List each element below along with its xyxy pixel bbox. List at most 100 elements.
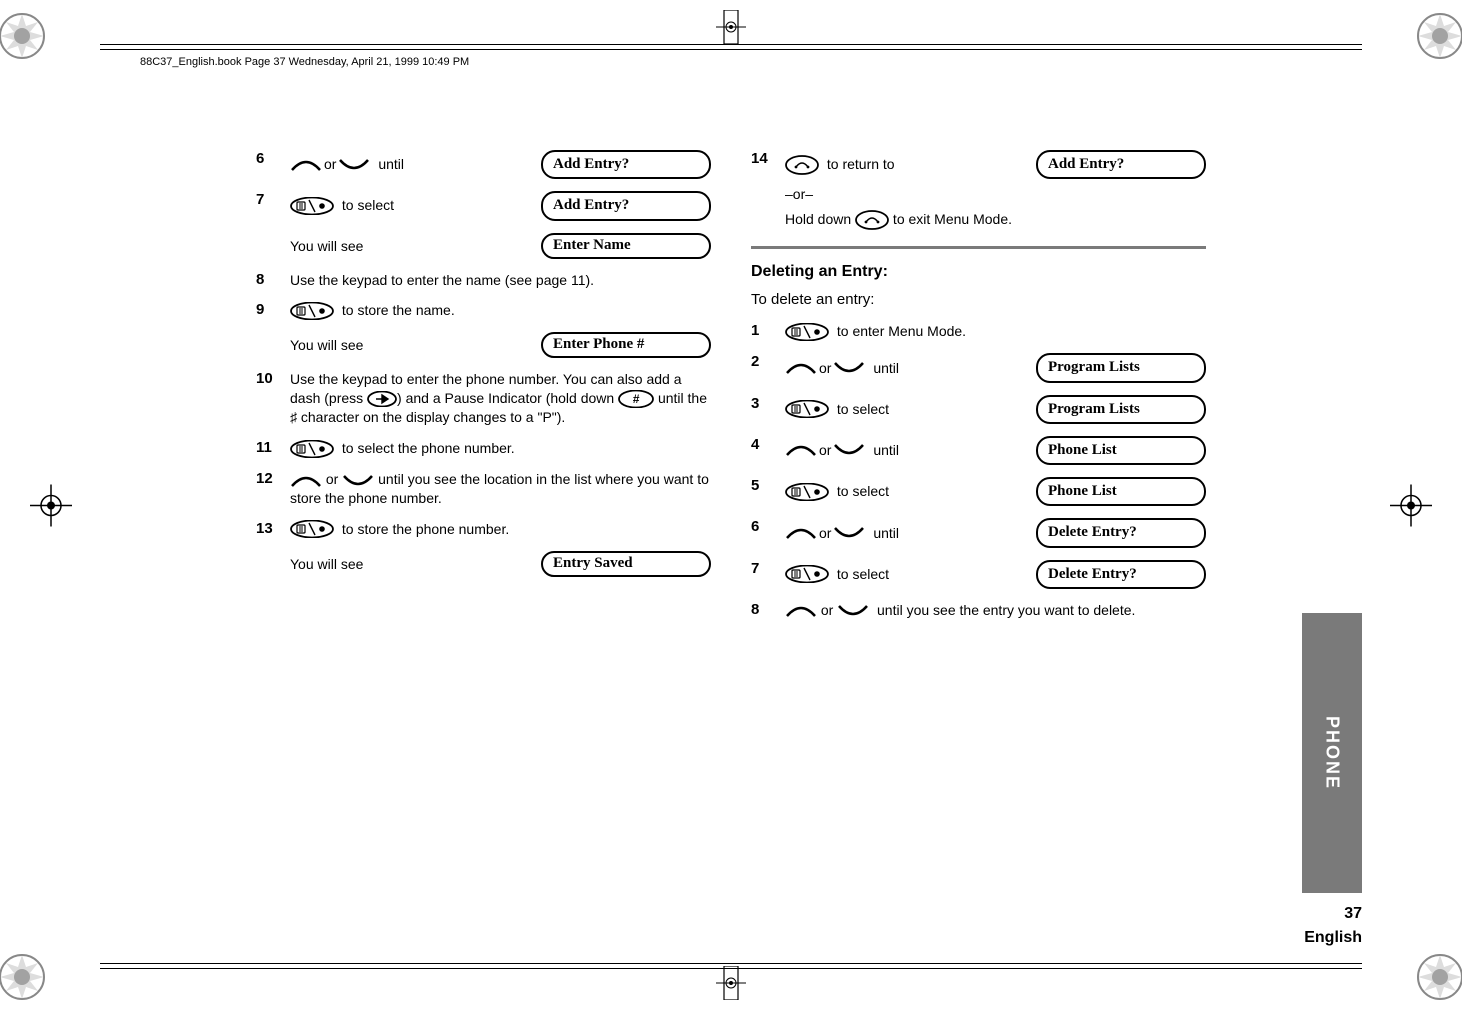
- delete-step-6: 6 or until Delete Entry?: [751, 518, 1206, 547]
- label-or: or: [324, 155, 336, 174]
- menu-button-icon: [785, 483, 829, 501]
- hash-button-icon: [618, 390, 654, 408]
- step-number: 14: [751, 150, 785, 167]
- menu-button-icon: [290, 440, 334, 458]
- step-10: 10 Use the keypad to enter the phone num…: [256, 370, 711, 427]
- section-divider: [751, 246, 1206, 249]
- step-7-sub: You will see Enter Name: [290, 233, 711, 259]
- step-9-sub: You will see Enter Phone #: [290, 332, 711, 358]
- step-text: or until you see the entry you want to d…: [785, 601, 1206, 620]
- step-label: to select: [342, 196, 394, 215]
- right-button-icon: [367, 391, 397, 407]
- menu-button-icon: [785, 323, 829, 341]
- step-6: 6 or until Add Entry?: [256, 150, 711, 179]
- step-7: 7 to select Add Entry?: [256, 191, 711, 220]
- down-arc-icon: [833, 361, 865, 375]
- language-label: English: [1304, 929, 1362, 947]
- step-number: 8: [256, 271, 290, 288]
- delete-step-8: 8 or until you see the entry you want to…: [751, 601, 1206, 620]
- corner-rosette-tl: [0, 8, 50, 64]
- step-number: 12: [256, 470, 290, 487]
- label-until: until: [378, 155, 404, 174]
- step-label: to enter Menu Mode.: [837, 322, 966, 341]
- display-pill: Enter Name: [541, 233, 711, 259]
- step-number: 3: [751, 395, 785, 412]
- display-pill: Enter Phone #: [541, 332, 711, 358]
- step-label: to store the phone number.: [342, 520, 509, 539]
- display-pill: Add Entry?: [1036, 150, 1206, 179]
- corner-rosette-br: [1412, 949, 1462, 1005]
- page-header: 88C37_English.book Page 37 Wednesday, Ap…: [140, 56, 469, 68]
- step-text: Use the keypad to enter the name (see pa…: [290, 271, 711, 290]
- delete-step-3: 3 to select Program Lists: [751, 395, 1206, 424]
- pause-char: ♯: [290, 409, 297, 425]
- step-number: 2: [751, 353, 785, 370]
- step-13: 13 to store the phone number.: [256, 520, 711, 539]
- display-pill: Program Lists: [1036, 353, 1206, 382]
- step-number: 11: [256, 439, 290, 456]
- section-heading: Deleting an Entry:: [751, 263, 1206, 281]
- registration-mark-right: [1390, 484, 1432, 529]
- menu-button-icon: [785, 565, 829, 583]
- step-label: to select the phone number.: [342, 439, 515, 458]
- corner-rosette-bl: [0, 949, 50, 1005]
- display-pill: Phone List: [1036, 436, 1206, 465]
- step-label: to return to: [827, 155, 895, 174]
- down-arc-icon: [833, 443, 865, 457]
- down-arc-icon: [338, 158, 370, 172]
- step-label: to store the name.: [342, 301, 455, 320]
- step-13-sub: You will see Entry Saved: [290, 551, 711, 577]
- step-number: 7: [751, 560, 785, 577]
- step-text: or until you see the location in the lis…: [290, 470, 711, 508]
- display-pill: Delete Entry?: [1036, 518, 1206, 547]
- delete-step-7: 7 to select Delete Entry?: [751, 560, 1206, 589]
- section-intro: To delete an entry:: [751, 291, 1206, 308]
- step-14: 14 to return to Add Entry? –or– Hold dow…: [751, 150, 1206, 230]
- step-9: 9 to store the name.: [256, 301, 711, 320]
- step-12: 12 or until you see the location in the …: [256, 470, 711, 508]
- menu-button-icon: [785, 400, 829, 418]
- display-pill: Add Entry?: [541, 191, 711, 220]
- down-arc-icon: [837, 604, 869, 618]
- down-arc-icon: [342, 474, 374, 488]
- step-number: 13: [256, 520, 290, 537]
- step-number: 6: [256, 150, 290, 167]
- page-footer: 37 English: [1304, 905, 1362, 947]
- hold-text: Hold down to exit Menu Mode.: [785, 210, 1206, 230]
- step-number: 9: [256, 301, 290, 318]
- section-tab-label: PHONE: [1322, 716, 1343, 790]
- up-arc-icon: [785, 361, 817, 375]
- menu-button-icon: [290, 520, 334, 538]
- step-8: 8 Use the keypad to enter the name (see …: [256, 271, 711, 290]
- right-column: 14 to return to Add Entry? –or– Hold dow…: [751, 150, 1206, 632]
- menu-button-icon: [290, 302, 334, 320]
- step-number: 7: [256, 191, 290, 208]
- step-number: 8: [751, 601, 785, 618]
- registration-mark-left: [30, 484, 72, 529]
- delete-step-1: 1 to enter Menu Mode.: [751, 322, 1206, 341]
- display-pill: Delete Entry?: [1036, 560, 1206, 589]
- spine-mark-top: [716, 10, 746, 47]
- delete-step-2: 2 or until Program Lists: [751, 353, 1206, 382]
- display-pill: Entry Saved: [541, 551, 711, 577]
- corner-rosette-tr: [1412, 8, 1462, 64]
- step-number: 4: [751, 436, 785, 453]
- display-pill: Phone List: [1036, 477, 1206, 506]
- display-pill: Program Lists: [1036, 395, 1206, 424]
- step-number: 1: [751, 322, 785, 339]
- display-pill: Add Entry?: [541, 150, 711, 179]
- left-column: 6 or until Add Entry? 7 to select Add En…: [256, 150, 711, 632]
- spine-mark-bottom: [716, 966, 746, 1003]
- sub-label: You will see: [290, 337, 363, 353]
- step-11: 11 to select the phone number.: [256, 439, 711, 458]
- down-arc-icon: [833, 526, 865, 540]
- delete-step-4: 4 or until Phone List: [751, 436, 1206, 465]
- step-number: 5: [751, 477, 785, 494]
- sub-label: You will see: [290, 238, 363, 254]
- up-arc-icon: [290, 474, 322, 488]
- up-arc-icon: [290, 158, 322, 172]
- up-arc-icon: [785, 526, 817, 540]
- or-label: –or–: [785, 185, 1206, 204]
- end-button-icon: [855, 210, 889, 230]
- section-tab-phone: PHONE: [1302, 613, 1362, 893]
